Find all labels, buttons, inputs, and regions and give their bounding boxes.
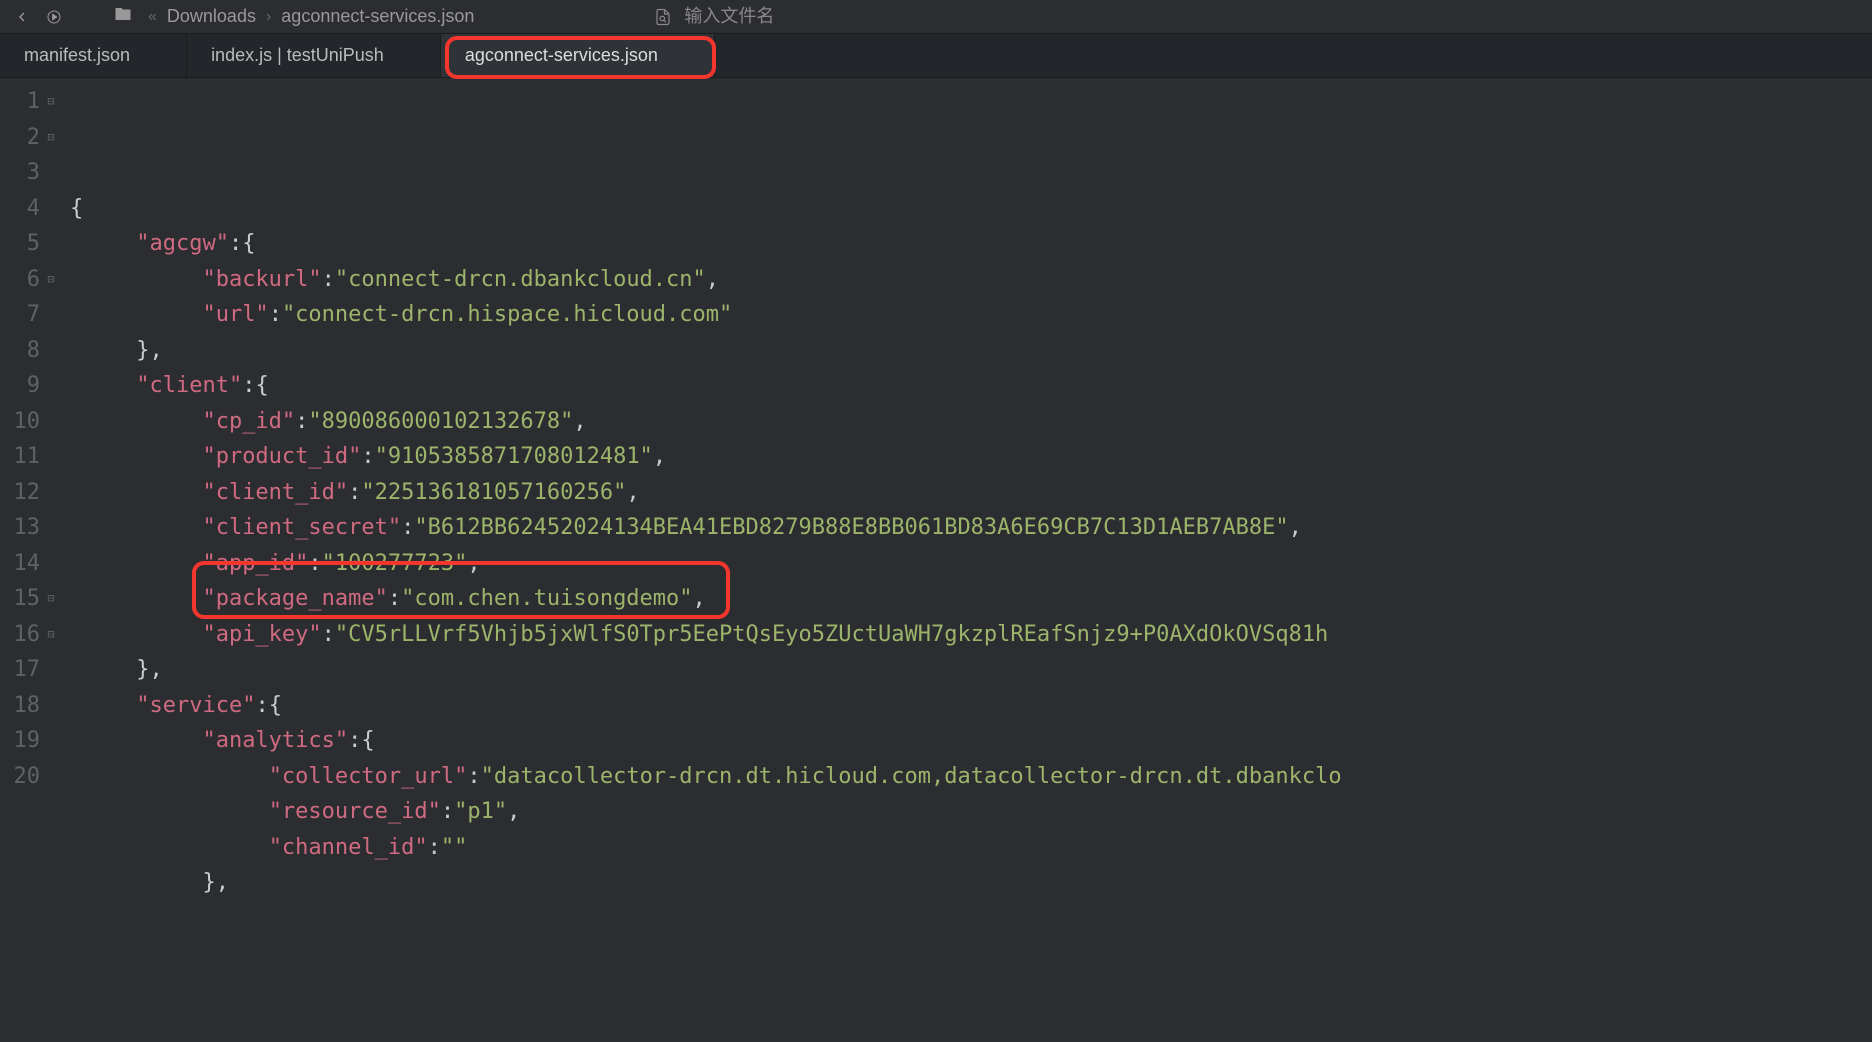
code-line[interactable]: }, [70,865,1342,901]
search-file-icon [654,8,672,26]
code-line[interactable]: }, [70,652,1342,688]
code-line[interactable]: "backurl":"connect-drcn.dbankcloud.cn", [70,262,1342,298]
line-number: 4 [0,191,58,227]
line-number: 19 [0,723,58,759]
code-line[interactable]: "url":"connect-drcn.hispace.hicloud.com" [70,297,1342,333]
breadcrumb-item[interactable]: agconnect-services.json [281,6,474,27]
toolbar: « Downloads › agconnect-services.json [0,0,1872,34]
line-number: 7 [0,297,58,333]
code-line[interactable]: "cp_id":"890086000102132678", [70,404,1342,440]
line-number: 1⊟ [0,84,58,120]
run-icon[interactable] [42,5,66,29]
code-line[interactable]: "client_secret":"B612BB62452024134BEA41E… [70,510,1342,546]
tab-manifest[interactable]: manifest.json [0,34,187,77]
code-area[interactable]: { "agcgw":{ "backurl":"connect-drcn.dban… [66,84,1342,901]
line-number: 14 [0,546,58,582]
fold-icon[interactable]: ⊟ [44,84,58,120]
line-number: 18 [0,688,58,724]
chevron-icon: › [266,8,271,26]
folder-icon [114,5,132,28]
line-number: 16⊟ [0,617,58,653]
line-number: 20 [0,759,58,795]
back-icon[interactable] [10,5,34,29]
code-line[interactable]: "resource_id":"p1", [70,794,1342,830]
line-number: 9 [0,368,58,404]
line-number: 11 [0,439,58,475]
code-line[interactable]: }, [70,333,1342,369]
fold-icon[interactable]: ⊟ [44,581,58,617]
code-line[interactable]: "client_id":"225136181057160256", [70,475,1342,511]
file-search[interactable] [654,6,884,27]
code-line[interactable]: "app_id":"100277723", [70,546,1342,582]
breadcrumb-item[interactable]: Downloads [167,6,256,27]
line-number: 3 [0,155,58,191]
code-line[interactable]: "collector_url":"datacollector-drcn.dt.h… [70,759,1342,795]
line-number: 8 [0,333,58,369]
line-number: 13 [0,510,58,546]
line-number: 10 [0,404,58,440]
code-line[interactable]: "channel_id":"" [70,830,1342,866]
line-number: 2⊟ [0,120,58,156]
search-input[interactable] [684,6,884,27]
fold-icon[interactable]: ⊟ [44,262,58,298]
line-number: 12 [0,475,58,511]
gutter: 1⊟2⊟3456⊟789101112131415⊟16⊟17181920 [0,84,66,901]
code-line[interactable]: "package_name":"com.chen.tuisongdemo", [70,581,1342,617]
code-line[interactable]: "analytics":{ [70,723,1342,759]
line-number: 17 [0,652,58,688]
code-line[interactable]: "agcgw":{ [70,226,1342,262]
fold-icon[interactable]: ⊟ [44,120,58,156]
code-line[interactable]: { [70,191,1342,227]
code-line[interactable]: "client":{ [70,368,1342,404]
line-number: 6⊟ [0,262,58,298]
code-line[interactable]: "api_key":"CV5rLLVrf5Vhjb5jxWlfS0Tpr5EeP… [70,617,1342,653]
code-line[interactable]: "product_id":"9105385871708012481", [70,439,1342,475]
chevron-icon: « [148,8,157,26]
editor[interactable]: 1⊟2⊟3456⊟789101112131415⊟16⊟17181920 { "… [0,78,1872,901]
fold-icon[interactable]: ⊟ [44,617,58,653]
breadcrumb[interactable]: « Downloads › agconnect-services.json [114,5,474,28]
tab-index[interactable]: index.js | testUniPush [187,34,441,77]
code-line[interactable]: "service":{ [70,688,1342,724]
line-number: 5 [0,226,58,262]
tab-agconnect[interactable]: agconnect-services.json [441,34,715,77]
line-number: 15⊟ [0,581,58,617]
tabs: manifest.json index.js | testUniPush agc… [0,34,1872,78]
